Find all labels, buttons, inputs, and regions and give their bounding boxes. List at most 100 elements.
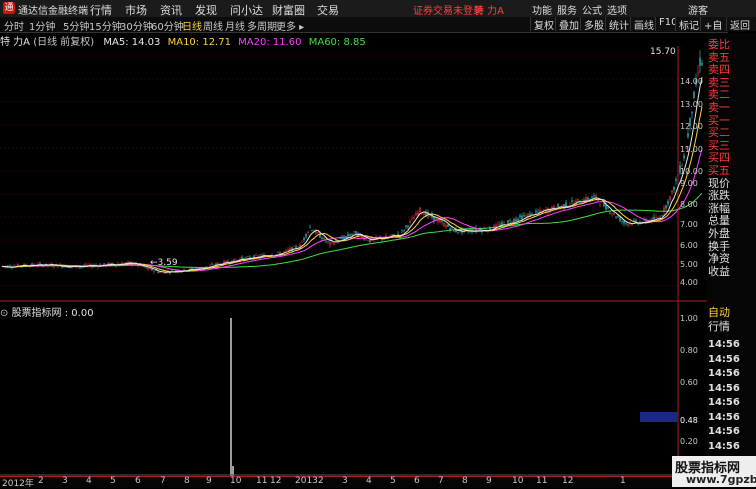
- tab-more[interactable]: 更多 ▸: [276, 18, 304, 33]
- menu-market[interactable]: 市场: [125, 2, 147, 18]
- multi-stock-button[interactable]: 多股: [580, 17, 607, 32]
- app-logo-icon: 通: [3, 2, 15, 14]
- tick-time-0: 14:56: [708, 339, 740, 350]
- date-label-7: 8: [184, 476, 190, 486]
- date-label-22: 11: [536, 476, 548, 486]
- title-bar: 通 通达信金融终端 行情 市场 资讯 发现 问小达 财富圈 交易 证券交易未登录…: [0, 0, 756, 18]
- menu-trade[interactable]: 交易: [317, 2, 339, 18]
- auto-item-0[interactable]: 自动: [708, 306, 730, 319]
- date-label-2: 3: [62, 476, 68, 486]
- date-label-1: 2: [38, 476, 44, 486]
- date-label-13: 2: [318, 476, 324, 486]
- ind-label-0.8: 0.80: [680, 346, 698, 355]
- tick-time-2: 14:56: [708, 368, 740, 379]
- low-price-marker: ←3.59: [150, 258, 178, 268]
- high-price-marker: 15.70: [650, 47, 676, 57]
- quote-field-9: 买四: [708, 151, 730, 165]
- price-label-11: 11.00: [680, 145, 703, 154]
- date-label-11: 12: [270, 476, 282, 486]
- tool-service[interactable]: 服务: [557, 2, 577, 17]
- ind-label-current: 0.48: [680, 416, 698, 425]
- tick-time-3: 14:56: [708, 382, 740, 394]
- tab-30min[interactable]: 30分钟: [120, 18, 153, 33]
- date-label-19: 8: [462, 476, 468, 486]
- price-label-7: 7.00: [680, 220, 698, 229]
- menu-news[interactable]: 资讯: [160, 2, 182, 18]
- adjust-button[interactable]: 复权: [530, 17, 557, 32]
- ind-label-0.6: 0.60: [680, 378, 698, 387]
- date-label-8: 9: [206, 476, 212, 486]
- tab-intraday[interactable]: 分时: [4, 18, 24, 33]
- date-label-3: 4: [86, 476, 92, 486]
- tick-time-6: 14:56: [708, 426, 740, 437]
- price-label-10: 10.00: [680, 167, 703, 176]
- quote-field-0: 委比: [708, 38, 730, 51]
- price-label-14: 14.00: [680, 77, 703, 86]
- tab-weekly[interactable]: 周线: [203, 18, 223, 33]
- auto-item-1[interactable]: 行情: [708, 320, 730, 333]
- tab-5min[interactable]: 5分钟: [63, 18, 89, 33]
- price-label-13: 13.00: [680, 100, 703, 109]
- date-label-5: 6: [135, 476, 141, 486]
- ma60-line: [1, 192, 703, 269]
- tab-1min[interactable]: 1分钟: [29, 18, 55, 33]
- tick-time-5: 14:56: [708, 411, 740, 423]
- tool-function[interactable]: 功能: [532, 2, 552, 17]
- mark-button[interactable]: 标记: [675, 17, 702, 32]
- menu-assistant[interactable]: 问小达: [230, 2, 263, 18]
- date-label-17: 6: [414, 476, 420, 486]
- date-label-4: 5: [110, 476, 116, 486]
- quote-field-15: 外盘: [708, 227, 730, 240]
- date-label-0: 2012年: [2, 479, 34, 489]
- quote-field-10: 买五: [708, 164, 730, 177]
- overlay-button[interactable]: 叠加: [555, 17, 582, 32]
- tab-60min[interactable]: 60分钟: [151, 18, 184, 33]
- quote-field-3: 卖三: [708, 75, 730, 89]
- tab-daily[interactable]: 日线: [182, 18, 202, 33]
- quote-field-7: 买二: [708, 126, 730, 140]
- quote-field-13: 涨幅: [708, 201, 730, 215]
- price-label-6: 6.00: [680, 241, 698, 250]
- indicator-gear-icon[interactable]: ⊙: [0, 308, 12, 319]
- date-label-20: 9: [486, 476, 492, 486]
- ma-info-line: 特 力A (日线 前复权) MA5: 14.03 MA10: 12.71 MA2…: [0, 33, 366, 48]
- tab-monthly[interactable]: 月线: [225, 18, 245, 33]
- date-label-14: 3: [342, 476, 348, 486]
- draw-line-button[interactable]: 画线: [630, 17, 657, 32]
- indicator-bars: [0, 318, 678, 476]
- quote-field-18: 收益: [708, 264, 730, 278]
- indicator-value-highlight: [640, 412, 678, 422]
- price-label-5: 5.00: [680, 260, 698, 269]
- date-label-18: 7: [438, 476, 444, 486]
- quote-field-11: 现价: [708, 176, 730, 190]
- watermark-url: www.7gpzb.com: [686, 473, 756, 486]
- date-label-12: 2013: [295, 476, 318, 486]
- tab-multi-period[interactable]: 多周期: [247, 18, 277, 33]
- menu-quotes[interactable]: 行情: [90, 2, 112, 18]
- price-label-12: 12.00: [680, 122, 703, 131]
- tool-formula[interactable]: 公式: [582, 2, 602, 17]
- kline-chart[interactable]: [0, 46, 707, 476]
- guest-user[interactable]: 游客: [688, 2, 708, 17]
- add-watchlist-button[interactable]: +自选: [700, 17, 729, 31]
- quote-field-14: 总量: [708, 214, 730, 228]
- menu-wealth-circle[interactable]: 财富圈: [272, 2, 305, 18]
- date-label-6: 7: [160, 476, 166, 486]
- price-label-8: 8.00: [680, 200, 698, 209]
- ma5-line: [1, 77, 703, 273]
- tool-options[interactable]: 选项: [607, 2, 627, 17]
- back-button[interactable]: 返回: [726, 17, 756, 31]
- date-axis: [0, 476, 707, 488]
- login-status[interactable]: 证券交易未登录: [413, 2, 483, 17]
- date-label-23: 12: [562, 476, 574, 486]
- tab-15min[interactable]: 15分钟: [89, 18, 122, 33]
- date-label-9: 10: [230, 476, 242, 486]
- menu-discover[interactable]: 发现: [195, 2, 217, 18]
- stats-button[interactable]: 统计: [605, 17, 632, 32]
- tick-time-7: 14:56: [708, 440, 740, 452]
- quote-field-8: 买三: [708, 138, 730, 152]
- date-label-16: 5: [390, 476, 396, 486]
- ma20-line: [1, 148, 703, 272]
- indicator-header: ⊙ 股票指标网 : 0.00: [0, 304, 94, 319]
- indicator-title: 股票指标网 : 0.00: [11, 308, 94, 319]
